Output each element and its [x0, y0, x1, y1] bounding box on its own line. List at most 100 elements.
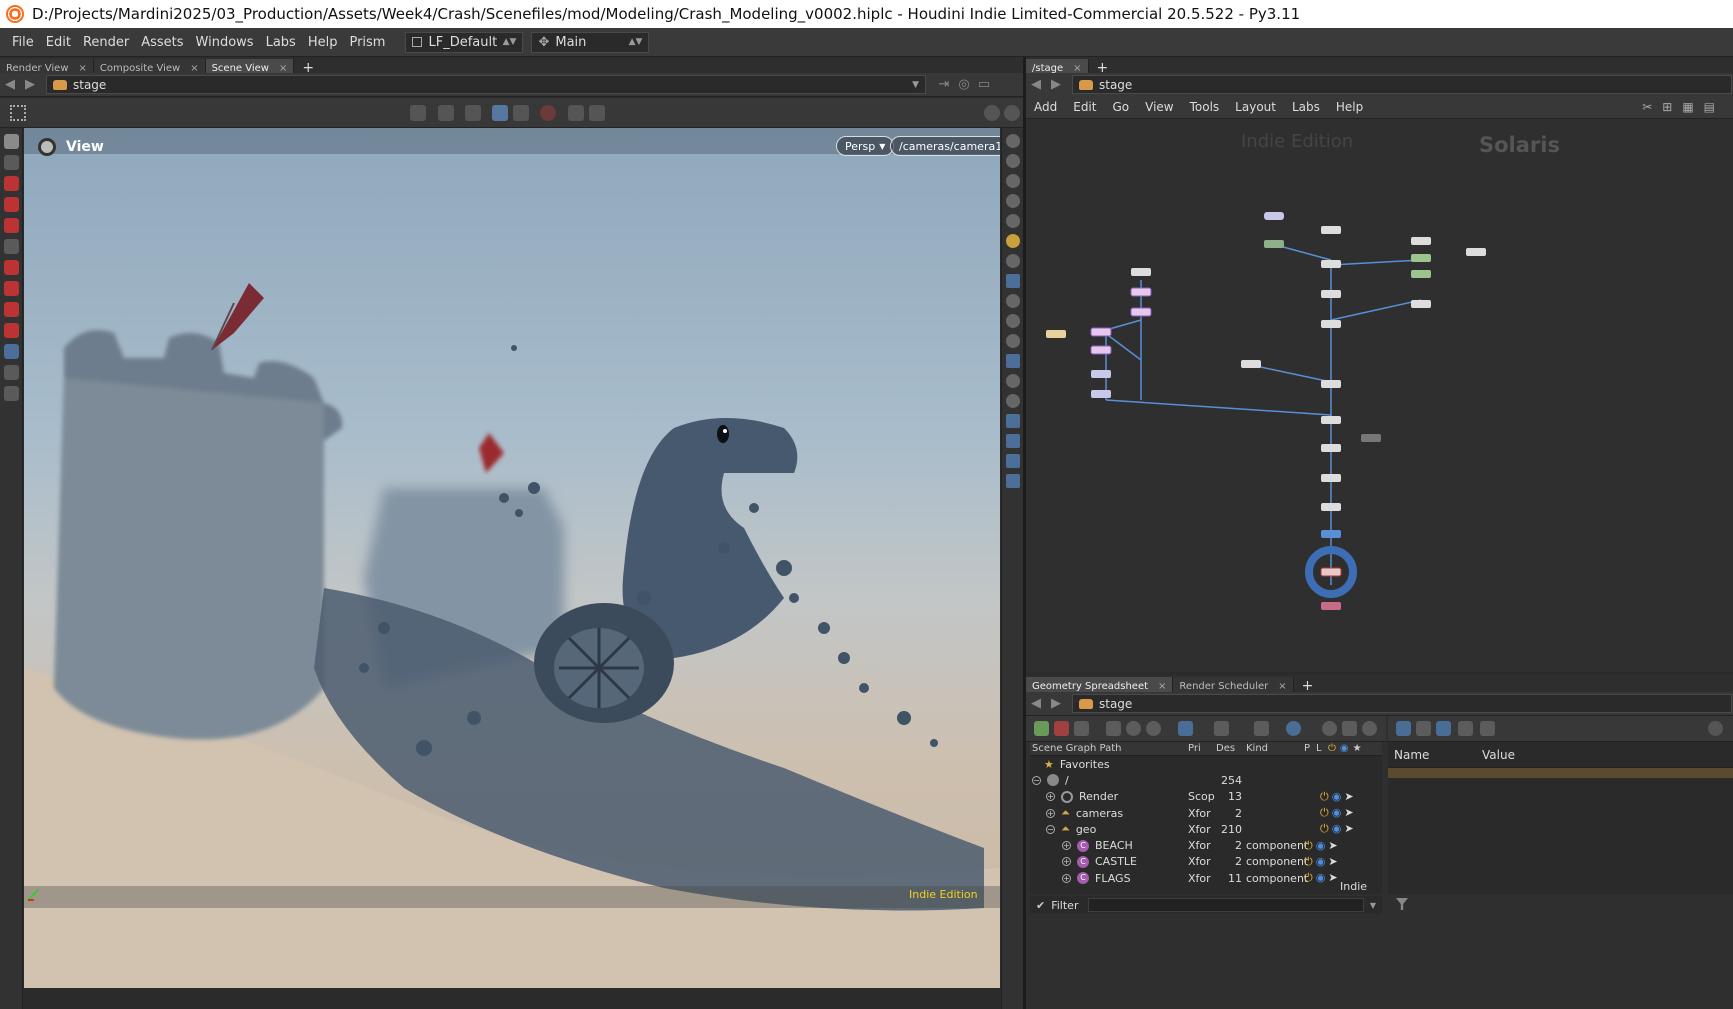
menu-help[interactable]: Help: [302, 35, 344, 50]
visibility-toggle-icon[interactable]: ◉: [1316, 871, 1326, 885]
prim-properties-table[interactable]: Name Value: [1388, 742, 1733, 894]
net-menu-edit[interactable]: Edit: [1065, 100, 1104, 114]
close-icon[interactable]: ×: [1158, 681, 1166, 692]
layers-icon[interactable]: [1006, 374, 1020, 388]
scene-viewport[interactable]: View Persp▼ /cameras/camera1▼: [24, 128, 1000, 988]
net-menu-go[interactable]: Go: [1104, 100, 1137, 114]
grid-toggle-icon[interactable]: [1006, 334, 1020, 348]
ghost-icon[interactable]: [1006, 154, 1020, 168]
select-prims-icon[interactable]: [492, 105, 508, 121]
info-icon[interactable]: [1126, 721, 1141, 736]
col-pri[interactable]: Pri: [1188, 743, 1216, 754]
back-arrow-icon[interactable]: ◀: [1026, 77, 1046, 92]
net-menu-tools[interactable]: Tools: [1182, 100, 1228, 114]
remove-prim-icon[interactable]: [1054, 721, 1069, 736]
shading-icon[interactable]: [1006, 274, 1020, 288]
view-cube-icon[interactable]: [1006, 454, 1020, 468]
viewer-path-field[interactable]: stage ▼: [46, 75, 926, 94]
desktop-select[interactable]: LF_Default ▲▼: [405, 31, 524, 53]
menu-edit[interactable]: Edit: [40, 35, 77, 50]
tree-row-flags[interactable]: + C FLAGS Xfor 11 component ⏻ ◉ ➤: [1030, 870, 1382, 886]
col-name[interactable]: Name: [1388, 748, 1478, 762]
help-icon[interactable]: [1362, 721, 1377, 736]
properties-selected-row[interactable]: [1388, 768, 1733, 778]
expand-icon[interactable]: +: [1046, 808, 1055, 818]
view-tool-icon[interactable]: [4, 344, 19, 359]
net-menu-help[interactable]: Help: [1328, 100, 1371, 114]
light-tool-icon[interactable]: [4, 260, 19, 275]
search-icon[interactable]: [1146, 721, 1161, 736]
menu-labs[interactable]: Labs: [260, 35, 302, 50]
select-points-icon[interactable]: [438, 105, 454, 121]
active-toggle-icon[interactable]: ⏻: [1320, 806, 1329, 820]
filter-funnel-icon[interactable]: [1708, 721, 1723, 736]
help-icon[interactable]: [1004, 105, 1020, 121]
col-kind[interactable]: Kind: [1242, 743, 1304, 754]
view-sync-icon[interactable]: [1286, 721, 1301, 736]
light-icon[interactable]: [1006, 234, 1020, 248]
collection-icon[interactable]: [1074, 721, 1089, 736]
grid-menu-icon[interactable]: [10, 105, 26, 121]
color-icon[interactable]: [1006, 414, 1020, 428]
forward-arrow-icon[interactable]: ▶: [1046, 77, 1066, 92]
tree-row-favorites[interactable]: ★ Favorites: [1030, 756, 1382, 772]
view-label[interactable]: View: [38, 138, 104, 156]
trs-icon[interactable]: [1480, 721, 1495, 736]
forward-arrow-icon[interactable]: ▶: [1046, 696, 1066, 711]
columns-mode-icon[interactable]: [1436, 721, 1451, 736]
wireframe-icon[interactable]: [1006, 354, 1020, 368]
check-icon[interactable]: ✔: [1036, 899, 1045, 912]
back-arrow-icon[interactable]: ◀: [0, 77, 20, 92]
magnet-tool-icon[interactable]: [4, 323, 19, 338]
select-toggle-icon[interactable]: ➤: [1344, 822, 1353, 836]
guide-icon[interactable]: [1006, 434, 1020, 448]
tree-row-cameras[interactable]: + ⏶ cameras Xfor 2 ⏻ ◉ ➤: [1030, 805, 1382, 821]
pick-icon[interactable]: [1178, 721, 1193, 736]
add-prim-icon[interactable]: [1034, 721, 1049, 736]
camera-tool-icon[interactable]: [4, 281, 19, 296]
menu-assets[interactable]: Assets: [135, 35, 189, 50]
snapshot-icon[interactable]: [1006, 194, 1020, 208]
snap-icon[interactable]: [568, 105, 584, 121]
scale-tool-icon[interactable]: [4, 218, 19, 233]
gear-icon[interactable]: [984, 105, 1000, 121]
spreadsheet-path-field[interactable]: stage: [1072, 694, 1732, 713]
menu-file[interactable]: File: [6, 35, 40, 50]
select-tool-icon[interactable]: [4, 134, 19, 149]
visibility-toggle-icon[interactable]: ◉: [1316, 839, 1326, 853]
visibility-toggle-icon[interactable]: ◉: [1332, 806, 1342, 820]
tree-mode-icon[interactable]: [1396, 721, 1411, 736]
active-toggle-icon[interactable]: ⏻: [1304, 839, 1313, 853]
col-p[interactable]: P: [1304, 743, 1316, 754]
net-menu-view[interactable]: View: [1137, 100, 1181, 114]
lock-tool-icon[interactable]: [4, 155, 19, 170]
tree-row-castle[interactable]: + C CASTLE Xfor 2 component ⏻ ◉ ➤: [1030, 854, 1382, 870]
dolly-tool-icon[interactable]: [4, 386, 19, 401]
collapse-icon[interactable]: −: [1046, 824, 1055, 834]
transform-tool-icon[interactable]: [4, 176, 19, 191]
chevron-down-icon[interactable]: ▼: [1370, 901, 1376, 910]
menu-render[interactable]: Render: [77, 35, 135, 50]
col-value[interactable]: Value: [1478, 748, 1515, 762]
tree-row-root[interactable]: − / 254: [1030, 772, 1382, 788]
scene-graph-tree[interactable]: Scene Graph Path Pri Des Kind P L ⏻ ◉ ★ …: [1030, 742, 1382, 894]
close-icon[interactable]: ×: [1278, 681, 1286, 692]
tree-row-render[interactable]: + Render Scop 13 ⏻ ◉ ➤: [1030, 789, 1382, 805]
expand-icon[interactable]: +: [1046, 792, 1055, 802]
expand-icon[interactable]: [1214, 721, 1229, 736]
filter-input[interactable]: [1088, 898, 1364, 912]
visibility-icon[interactable]: [1006, 294, 1020, 308]
active-toggle-icon[interactable]: ⏻: [1320, 790, 1329, 804]
expand-icon[interactable]: +: [1062, 873, 1071, 883]
select-toggle-icon[interactable]: ➤: [1344, 790, 1353, 804]
headlight-icon[interactable]: [1006, 214, 1020, 228]
handles-tool-icon[interactable]: [4, 365, 19, 380]
network-tool-icons[interactable]: ✂⊞▦▤: [1642, 100, 1725, 114]
visibility-toggle-icon[interactable]: ◉: [1316, 855, 1326, 869]
lock-icon[interactable]: [1006, 174, 1020, 188]
rotate-tool-icon[interactable]: [4, 197, 19, 212]
col-l[interactable]: L: [1316, 743, 1328, 754]
sort-icon[interactable]: [1106, 721, 1121, 736]
tree-row-geo[interactable]: − ⏶ geo Xfor 210 ⏻ ◉ ➤: [1030, 821, 1382, 837]
net-menu-layout[interactable]: Layout: [1227, 100, 1284, 114]
